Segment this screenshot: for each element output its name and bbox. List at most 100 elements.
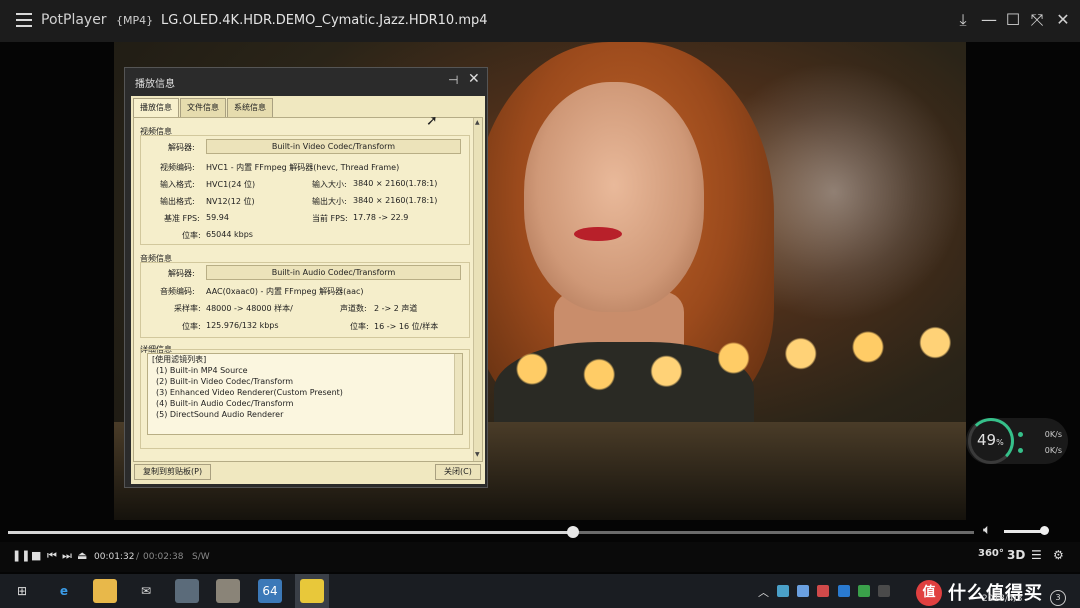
video-bitrate-label: 位率:: [182, 231, 201, 240]
upload-dot-icon: [1018, 432, 1023, 437]
scroll-down-icon[interactable]: ▼: [475, 451, 480, 458]
playlist-icon[interactable]: ☰: [1031, 548, 1042, 562]
upload-speed: 0K/s: [1018, 430, 1062, 439]
audio-bitrate-label: 位率:: [182, 322, 201, 331]
output-format-value: NV12(12 位): [206, 197, 255, 206]
audio-bitrate-value: 125.976/132 kbps: [206, 321, 279, 330]
speaker-icon[interactable]: 🔈︎: [983, 522, 991, 538]
video-decoder-label: 解码器:: [168, 143, 195, 152]
minimize-icon[interactable]: —: [979, 10, 999, 30]
mail-icon[interactable]: ✉: [134, 579, 158, 603]
volume-fill: [1004, 530, 1044, 533]
tab-system-info[interactable]: 系统信息: [227, 98, 273, 117]
notification-count[interactable]: 3: [1050, 590, 1066, 606]
dialog-close-icon[interactable]: ✕: [468, 71, 480, 87]
app-name: PotPlayer: [41, 12, 107, 28]
filter-list[interactable]: [使用滤镜列表] (1) Built-in MP4 Source (2) Bui…: [147, 353, 463, 435]
tray-icon[interactable]: [777, 585, 789, 597]
filter-list-scrollbar[interactable]: [454, 354, 462, 434]
download-dot-icon: [1018, 448, 1023, 453]
volume-knob[interactable]: [1039, 526, 1049, 535]
3d-button[interactable]: 3D: [1007, 548, 1025, 562]
tray-icon[interactable]: [797, 585, 809, 597]
list-item: (5) DirectSound Audio Renderer: [156, 410, 284, 419]
app-icon[interactable]: [175, 579, 199, 603]
pause-icon[interactable]: ❚❚: [12, 549, 30, 562]
smzdm-logo: 值: [916, 580, 942, 606]
video-bitrate-value: 65044 kbps: [206, 230, 253, 239]
filter-list-title: [使用滤镜列表]: [152, 355, 207, 364]
audio-decoder-value: Built-in Audio Codec/Transform: [206, 265, 461, 280]
taskbar: ⊞ e ✉ 64 ︿ 值 什么值得买 2018/4/3 3: [0, 574, 1080, 608]
download-speed: 0K/s: [1018, 446, 1062, 455]
list-item: (1) Built-in MP4 Source: [156, 366, 248, 375]
previous-icon[interactable]: ⏮︎: [47, 549, 57, 563]
audio-decoder-label: 解码器:: [168, 269, 195, 278]
app-icon[interactable]: [216, 579, 240, 603]
tab-content: ▲ ▼ 视频信息 解码器: Built-in Video Codec/Trans…: [133, 117, 483, 462]
channels-label: 声道数:: [340, 304, 367, 313]
edge-browser-icon[interactable]: e: [52, 579, 76, 603]
format-badge: {MP4}: [116, 14, 154, 27]
tab-playback-info[interactable]: 播放信息: [133, 98, 179, 117]
pin-icon[interactable]: ⤓: [953, 10, 973, 30]
file-explorer-icon[interactable]: [93, 579, 117, 603]
input-format-value: HVC1(24 位): [206, 180, 256, 189]
input-size-label: 输入大小:: [312, 180, 347, 189]
eject-icon[interactable]: ⏏︎: [77, 549, 87, 562]
maximize-icon[interactable]: ☐: [1003, 10, 1023, 30]
taskbar-date[interactable]: 2018/4/3: [982, 594, 1022, 604]
current-fps-label: 当前 FPS:: [312, 214, 348, 223]
dialog-pin-icon[interactable]: ⊣: [448, 73, 458, 87]
video-codec-value: HVC1 - 内置 FFmpeg 解码器(hevc, Thread Frame): [206, 163, 400, 172]
bits-value: 16 -> 16 位/样本: [374, 322, 439, 331]
input-size-value: 3840 × 2160(1.78:1): [353, 179, 438, 188]
title-bar: PotPlayer {MP4} LG.OLED.4K.HDR.DEMO_Cyma…: [0, 0, 1080, 42]
copy-to-clipboard-button[interactable]: 复制到剪贴板(P): [134, 464, 212, 480]
mouse-cursor-icon: ➚: [426, 113, 438, 129]
seek-bar[interactable]: [8, 526, 974, 538]
video-codec-label: 视频编码:: [160, 163, 195, 172]
potplayer-taskbar-icon[interactable]: [300, 579, 324, 603]
input-format-label: 输入格式:: [160, 180, 195, 189]
windows-start-icon[interactable]: ⊞: [10, 579, 34, 603]
list-item: (3) Enhanced Video Renderer(Custom Prese…: [156, 388, 343, 397]
woman-lips: [574, 227, 622, 241]
speed-widget: 49% 0K/s 0K/s: [966, 418, 1068, 464]
potplayer-window: PotPlayer {MP4} LG.OLED.4K.HDR.DEMO_Cyma…: [0, 0, 1080, 608]
video-decoder-value: Built-in Video Codec/Transform: [206, 139, 461, 154]
scroll-up-icon[interactable]: ▲: [475, 119, 480, 126]
seek-bar-fill: [8, 531, 574, 534]
base-fps-label: 基准 FPS:: [164, 214, 200, 223]
control-bar: ❚❚ ■ ⏮︎ ⏭︎ ⏏︎ 00:01:32 / 00:02:38 S/W 36…: [0, 542, 1080, 572]
output-size-label: 输出大小:: [312, 197, 347, 206]
hwinfo-icon[interactable]: 64: [258, 579, 282, 603]
samplerate-value: 48000 -> 48000 样本/: [206, 304, 293, 313]
settings-gear-icon[interactable]: ⚙︎: [1053, 548, 1064, 562]
dialog-tabs: 播放信息 文件信息 系统信息: [133, 98, 274, 118]
close-icon[interactable]: ✕: [1053, 10, 1073, 30]
current-time: 00:01:32: [94, 552, 135, 562]
content-scrollbar[interactable]: ▲ ▼: [473, 118, 482, 461]
tray-icon[interactable]: [878, 585, 890, 597]
360-button[interactable]: 360°: [978, 548, 1004, 559]
output-format-label: 输出格式:: [160, 197, 195, 206]
tray-icon[interactable]: [817, 585, 829, 597]
decoder-mode[interactable]: S/W: [192, 552, 210, 562]
volume-slider[interactable]: [1004, 526, 1049, 535]
tray-expand-icon[interactable]: ︿: [758, 584, 769, 600]
next-icon[interactable]: ⏭︎: [62, 549, 72, 563]
stop-icon[interactable]: ■: [31, 549, 41, 562]
close-button[interactable]: 关闭(C): [435, 464, 481, 480]
menu-icon[interactable]: [16, 13, 32, 27]
tray-icon[interactable]: [858, 585, 870, 597]
seek-bar-knob[interactable]: [567, 526, 580, 538]
list-item: (4) Built-in Audio Codec/Transform: [156, 399, 294, 408]
dialog-title: 播放信息: [135, 79, 175, 90]
dialog-panel: 播放信息 文件信息 系统信息 ▲ ▼ 视频信息 解码器: Built-in Vi…: [131, 96, 485, 484]
current-fps-value: 17.78 -> 22.9: [353, 213, 409, 222]
file-name: LG.OLED.4K.HDR.DEMO_Cymatic.Jazz.HDR10.m…: [161, 13, 488, 28]
fullscreen-icon[interactable]: ⤧: [1027, 10, 1047, 30]
tab-file-info[interactable]: 文件信息: [180, 98, 226, 117]
shield-icon[interactable]: [838, 585, 850, 597]
